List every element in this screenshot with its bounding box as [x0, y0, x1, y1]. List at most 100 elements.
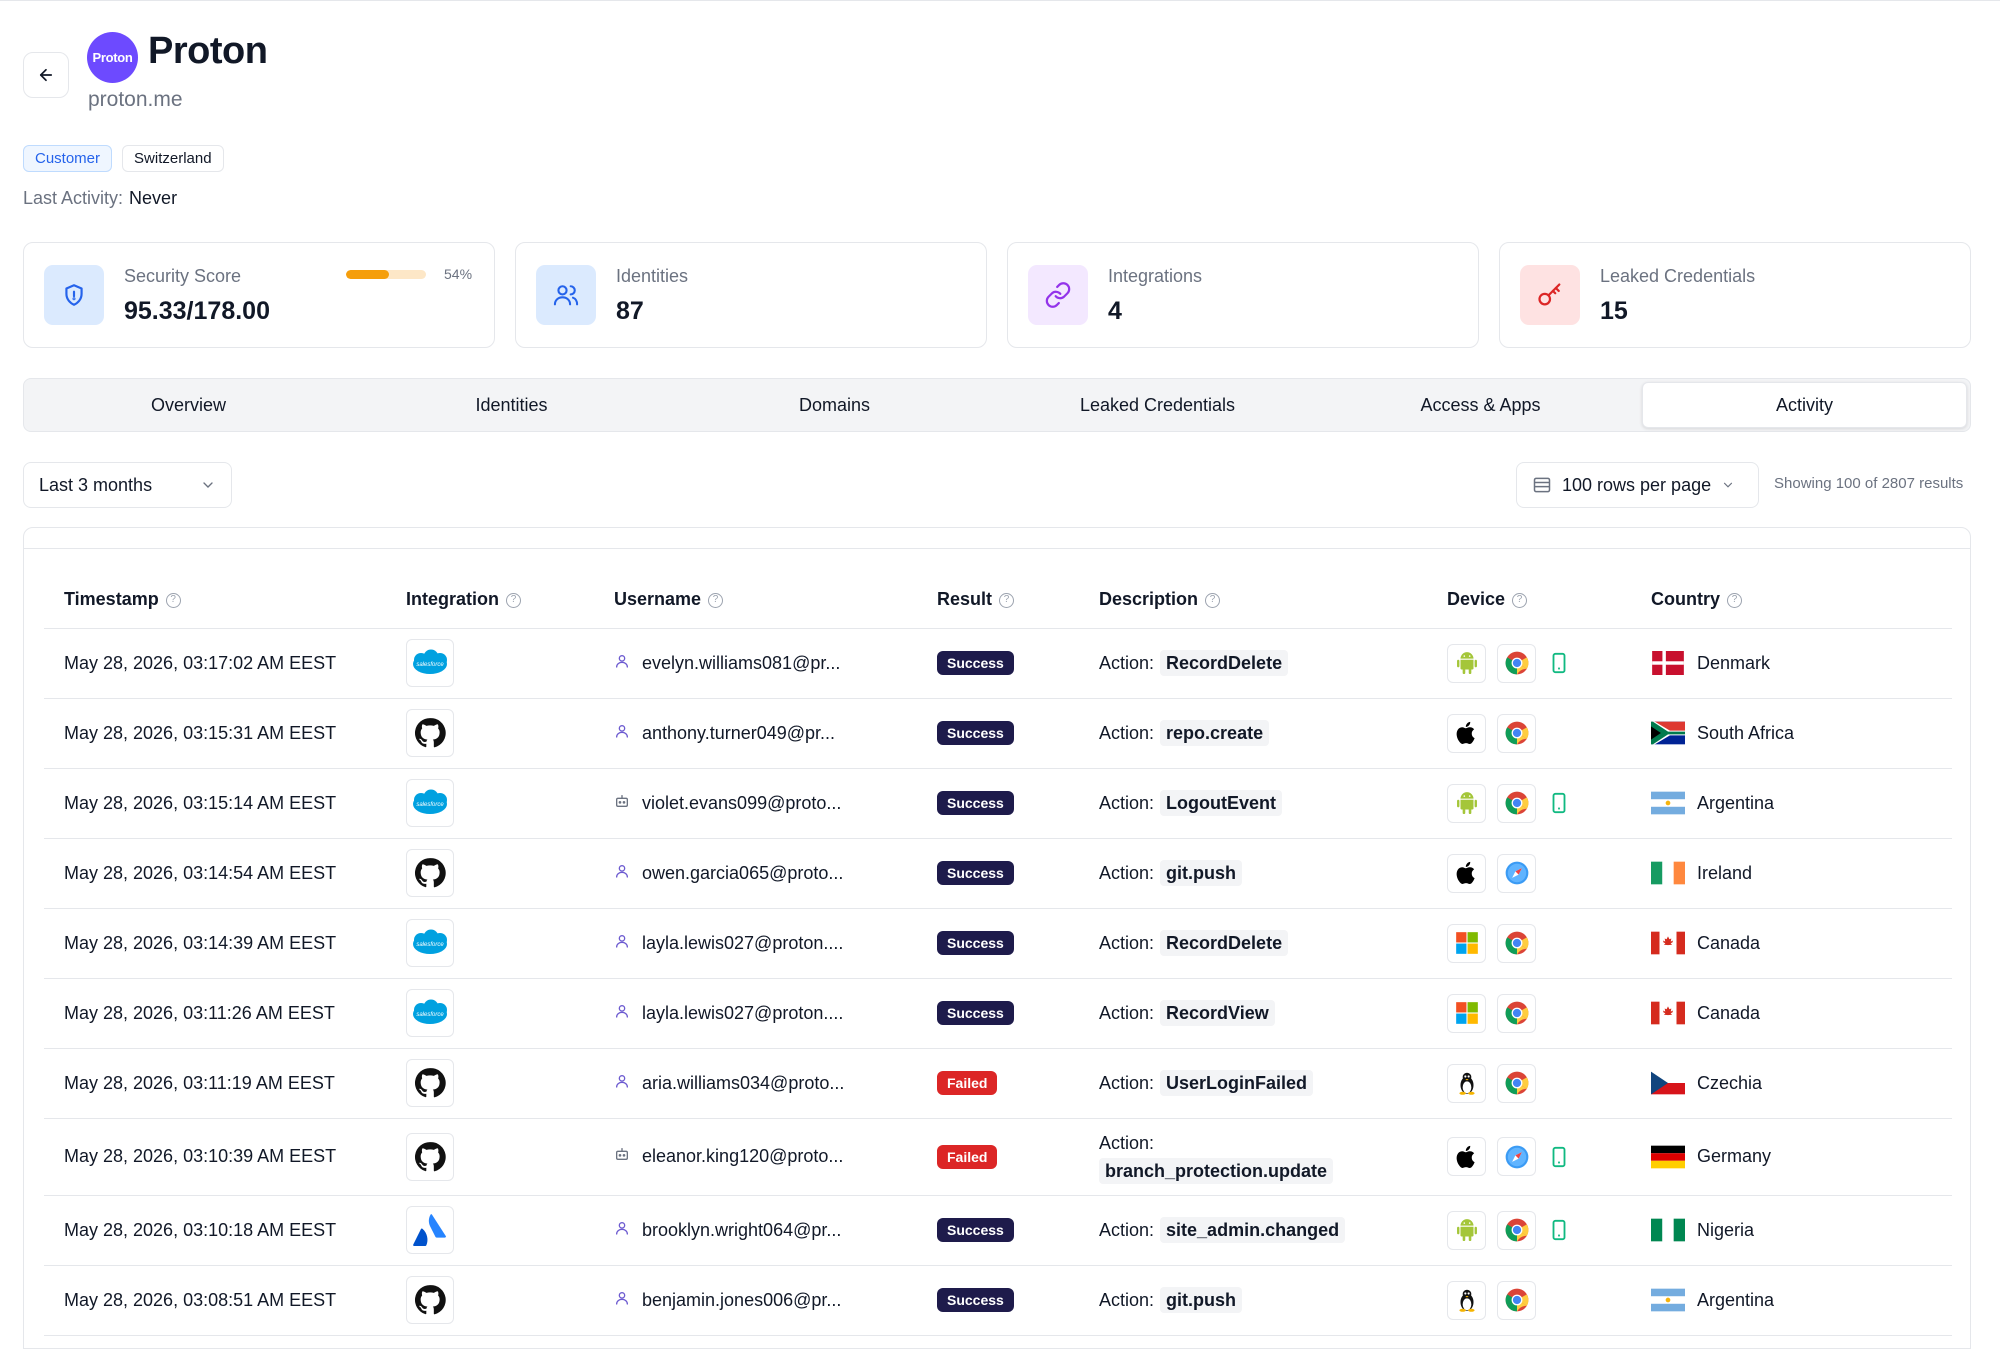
table-row[interactable]: May 28, 2026, 03:15:31 AM EEST anthony.tu… — [44, 698, 1952, 769]
integration-cell — [386, 838, 594, 909]
date-range-value: Last 3 months — [39, 474, 153, 495]
device-cell — [1427, 978, 1631, 1049]
github-icon[interactable] — [406, 849, 454, 897]
chevron-down-icon — [203, 482, 213, 488]
salesforce-icon[interactable]: salesforce — [406, 989, 454, 1037]
column-header-device[interactable]: Device? — [1427, 571, 1631, 629]
username-text[interactable]: evelyn.williams081@pr... — [642, 653, 840, 674]
linux-icon — [1447, 1280, 1486, 1320]
action-code: UserLoginFailed — [1160, 1070, 1314, 1096]
table-row[interactable]: May 28, 2026, 03:10:18 AM EEST brooklyn.w… — [44, 1195, 1952, 1266]
date-range-select[interactable]: Last 3 months — [23, 462, 232, 508]
result-badge: Success — [937, 931, 1014, 955]
security-score-progress — [346, 270, 426, 279]
table-row[interactable]: May 28, 2026, 03:11:26 AM EEST salesforce… — [44, 978, 1952, 1049]
leaked-credentials-card[interactable]: Leaked Credentials 15 — [1499, 242, 1971, 348]
salesforce-icon[interactable]: salesforce — [406, 639, 454, 687]
integrations-label: Integrations — [1108, 266, 1203, 286]
country-name: Denmark — [1697, 652, 1771, 673]
table-row[interactable]: May 28, 2026, 03:11:19 AM EEST aria.willi… — [44, 1048, 1952, 1119]
apple-icon — [1447, 853, 1486, 893]
tab-identities[interactable]: Identities — [350, 382, 673, 428]
help-icon[interactable]: ? — [999, 592, 1015, 608]
username-text[interactable]: layla.lewis027@proton.... — [642, 1003, 843, 1024]
help-icon[interactable]: ? — [1512, 592, 1528, 608]
github-icon[interactable] — [406, 709, 454, 757]
linux-icon — [1447, 1063, 1486, 1103]
username-text[interactable]: aria.williams034@proto... — [642, 1073, 844, 1094]
table-row[interactable]: May 28, 2026, 03:14:39 AM EEST salesforce… — [44, 908, 1952, 979]
country-cell: Canada — [1631, 978, 1952, 1049]
apple-icon — [1447, 1137, 1486, 1176]
username-text[interactable]: owen.garcia065@proto... — [642, 863, 843, 884]
chrome-icon — [1497, 1063, 1536, 1103]
username-cell: benjamin.jones006@pr... — [594, 1265, 917, 1336]
github-icon[interactable] — [406, 1059, 454, 1107]
help-icon[interactable]: ? — [165, 592, 181, 608]
username-text[interactable]: anthony.turner049@pr... — [642, 723, 835, 744]
atlassian-icon[interactable] — [406, 1206, 454, 1254]
username-text[interactable]: eleanor.king120@proto... — [642, 1146, 843, 1167]
identities-card[interactable]: Identities 87 — [515, 242, 987, 348]
salesforce-icon[interactable]: salesforce — [406, 779, 454, 827]
rows-per-page-select[interactable]: 100 rows per page — [1516, 462, 1759, 508]
table-row[interactable]: May 28, 2026, 03:15:14 AM EEST salesforce… — [44, 768, 1952, 839]
column-header-label: Username — [614, 588, 702, 609]
tab-overview[interactable]: Overview — [27, 382, 350, 428]
description-cell: Action: git.push — [1079, 1265, 1427, 1336]
user-icon — [614, 933, 630, 954]
key-icon — [1520, 265, 1580, 325]
back-button[interactable] — [23, 52, 69, 98]
username-text[interactable]: violet.evans099@proto... — [642, 793, 841, 814]
action-label: Action: — [1099, 1132, 1155, 1153]
username-text[interactable]: benjamin.jones006@pr... — [642, 1290, 841, 1311]
top-divider — [0, 0, 2000, 1]
result-badge: Failed — [937, 1071, 998, 1095]
column-header-integration[interactable]: Integration? — [386, 571, 594, 629]
description-cell: Action: RecordDelete — [1079, 628, 1427, 699]
action-code: site_admin.changed — [1160, 1217, 1346, 1243]
chrome-icon — [1497, 713, 1536, 753]
integrations-card[interactable]: Integrations 4 — [1007, 242, 1479, 348]
integration-cell — [386, 1048, 594, 1119]
action-label: Action: — [1099, 1220, 1155, 1240]
table-row[interactable]: May 28, 2026, 03:10:39 AM EEST eleanor.ki… — [44, 1118, 1952, 1196]
action-code: branch_protection.update — [1099, 1157, 1334, 1184]
help-icon[interactable]: ? — [1727, 592, 1742, 608]
column-header-label: Country — [1651, 588, 1720, 609]
column-header-country[interactable]: Country? — [1631, 571, 1952, 629]
column-header-username[interactable]: Username? — [594, 571, 917, 629]
help-icon[interactable]: ? — [506, 592, 521, 608]
description-cell: Action: site_admin.changed — [1079, 1195, 1427, 1266]
username-text[interactable]: layla.lewis027@proton.... — [642, 933, 843, 954]
help-icon[interactable]: ? — [708, 592, 724, 608]
column-header-description[interactable]: Description? — [1079, 571, 1427, 629]
user-icon — [614, 1073, 630, 1094]
result-cell: Success — [917, 768, 1079, 839]
table-row[interactable]: May 28, 2026, 03:14:54 AM EEST owen.garci… — [44, 838, 1952, 909]
table-row[interactable]: May 28, 2026, 03:08:51 AM EEST benjamin.j… — [44, 1265, 1952, 1336]
username-text[interactable]: brooklyn.wright064@pr... — [642, 1220, 841, 1241]
help-icon[interactable]: ? — [1205, 592, 1221, 608]
tab-domains[interactable]: Domains — [673, 382, 996, 428]
column-header-timestamp[interactable]: Timestamp? — [44, 571, 386, 629]
org-domain: proton.me — [88, 88, 183, 111]
salesforce-icon[interactable]: salesforce — [406, 919, 454, 967]
github-icon[interactable] — [406, 1276, 454, 1324]
result-cell: Success — [917, 908, 1079, 979]
github-icon[interactable] — [406, 1132, 454, 1181]
security-score-card[interactable]: Security Score 95.33/178.00 54% — [23, 242, 495, 348]
action-label: Action: — [1099, 933, 1155, 953]
country-cell: Argentina — [1631, 768, 1952, 839]
table-row[interactable]: May 28, 2026, 03:17:02 AM EEST salesforce… — [44, 628, 1952, 699]
tab-activity[interactable]: Activity — [1642, 382, 1967, 428]
chrome-icon — [1497, 783, 1536, 823]
tab-leaked-credentials[interactable]: Leaked Credentials — [996, 382, 1319, 428]
svg-text:salesforce: salesforce — [416, 1012, 444, 1018]
country-name: Nigeria — [1697, 1219, 1755, 1240]
tab-access-apps[interactable]: Access & Apps — [1319, 382, 1642, 428]
device-cell — [1427, 908, 1631, 979]
safari-icon — [1497, 853, 1536, 893]
column-header-result[interactable]: Result? — [917, 571, 1079, 629]
user-icon — [614, 1290, 630, 1311]
